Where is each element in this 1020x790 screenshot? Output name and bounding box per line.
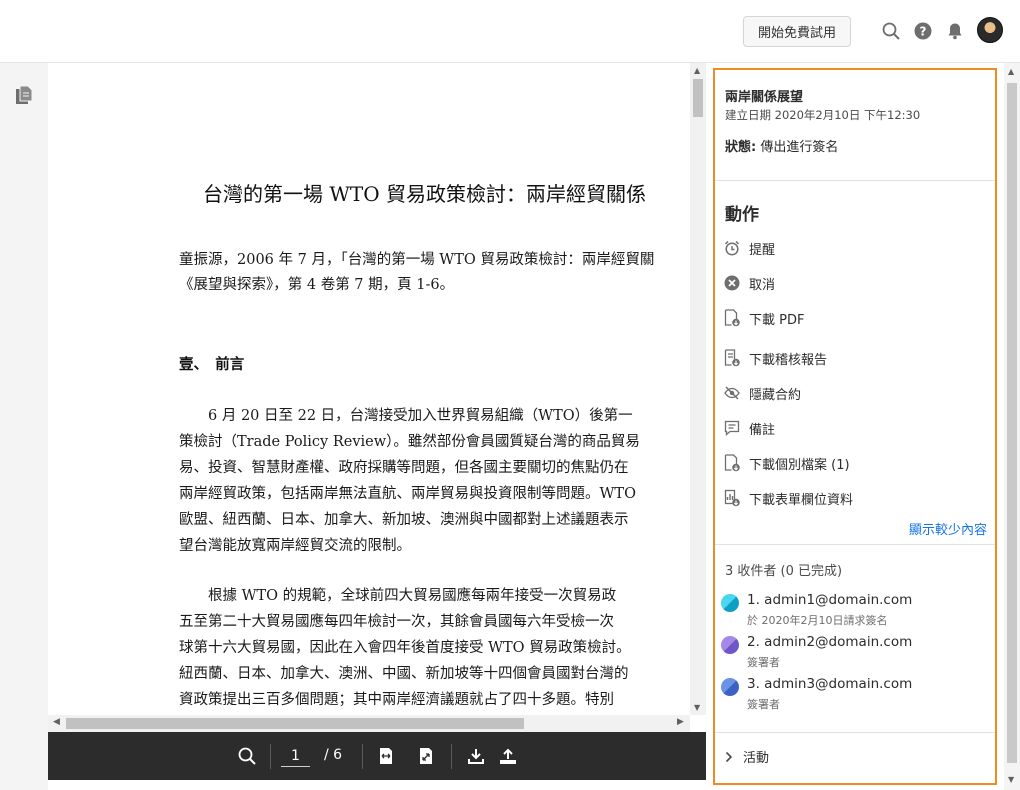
recipient-email: 1. admin1@domain.com xyxy=(747,592,913,608)
scroll-right-arrow-icon[interactable]: ▶ xyxy=(677,717,684,727)
page-total: / 6 xyxy=(324,747,343,763)
cancel-icon xyxy=(723,274,741,292)
document-text-line: 球第十六大貿易國，因此在入會四年後首度接受 WTO 貿易政策檢討。 xyxy=(179,640,631,656)
download-icon[interactable] xyxy=(466,746,486,766)
download-pdf-icon xyxy=(723,309,741,327)
document-vertical-scrollbar[interactable]: ▲ ▼ xyxy=(690,63,706,715)
document-text-line: 策檢討（Trade Policy Review）。雖然部份會員國質疑台灣的商品貿… xyxy=(179,434,640,450)
recipient-status-text: 簽署者 xyxy=(747,698,780,711)
scroll-down-arrow-icon[interactable]: ▼ xyxy=(694,703,700,712)
activity-label: 活動 xyxy=(743,751,770,766)
help-icon[interactable]: ? xyxy=(912,20,934,42)
action-download-form-data[interactable]: 下載表單欄位資料 xyxy=(723,487,853,509)
search-icon[interactable] xyxy=(880,20,902,42)
fit-page-icon[interactable] xyxy=(417,746,435,766)
recipient-status-text: 簽署者 xyxy=(747,656,780,669)
share-icon[interactable] xyxy=(498,746,518,766)
document-text-line: 根據 WTO 的規範，全球前四大貿易國應每兩年接受一次貿易政 xyxy=(179,588,617,604)
left-rail xyxy=(0,63,48,790)
download-files-icon xyxy=(723,454,741,472)
action-label: 下載個別檔案 (1) xyxy=(749,457,850,473)
document-text-line: 兩岸經貿政策，包括兩岸無法直航、兩岸貿易與投資限制等問題。WTO xyxy=(179,486,636,502)
action-label: 取消 xyxy=(749,277,776,293)
scroll-left-arrow-icon[interactable]: ◀ xyxy=(53,717,60,727)
document-text-line: 歐盟、紐西蘭、日本、加拿大、新加坡、澳洲與中國都對上述議題表示 xyxy=(179,512,629,528)
toolbar-divider xyxy=(270,744,271,769)
panel-scrollbar[interactable]: ▲ ▼ xyxy=(1004,63,1020,790)
document-text-line: 《展望與探索》，第 4 卷第 7 期，頁 1-6。 xyxy=(179,277,455,293)
document-text-line: 五至第二十大貿易國應每四年檢討一次，其餘會員國每六年受檢一次 xyxy=(179,614,614,630)
agreement-details-panel: 兩岸關係展望 建立日期 2020年2月10日 下午12:30 狀態: 傳出進行簽… xyxy=(713,68,997,785)
documents-icon[interactable] xyxy=(15,85,33,109)
document-toolbar: 1 / 6 xyxy=(48,732,706,780)
recipient-status-icon xyxy=(721,594,739,612)
recipient-email: 3. admin3@domain.com xyxy=(747,676,913,692)
status-value: 傳出進行簽名 xyxy=(756,140,839,155)
action-label: 隱藏合約 xyxy=(749,387,802,403)
fit-width-icon[interactable] xyxy=(377,746,395,766)
action-label: 備註 xyxy=(749,422,776,438)
document-horizontal-scrollbar[interactable]: ◀ ▶ xyxy=(48,715,690,732)
document-title: 台灣的第一場 WTO 貿易政策檢討：兩岸經貿關係 xyxy=(203,182,647,206)
recipients-heading: 3 收件者 (0 已完成) xyxy=(725,564,843,579)
document-text-line: 6 月 20 日至 22 日，台灣接受加入世界貿易組織（WTO）後第一 xyxy=(179,408,633,424)
avatar[interactable] xyxy=(977,17,1003,43)
recipient-email: 2. admin2@domain.com xyxy=(747,634,913,650)
action-label: 下載表單欄位資料 xyxy=(749,492,854,508)
form-data-icon xyxy=(723,489,741,507)
action-remind[interactable]: 提醒 xyxy=(723,237,775,259)
agreement-status: 狀態: 傳出進行簽名 xyxy=(725,136,838,155)
activity-toggle[interactable]: 活動 xyxy=(725,747,769,766)
actions-heading: 動作 xyxy=(725,205,759,225)
recipient-status-text: 於 2020年2月10日請求簽名 xyxy=(747,614,888,627)
document-text-line: 望台灣能放寬兩岸經貿交流的限制。 xyxy=(179,538,411,554)
action-download-audit-report[interactable]: 下載稽核報告 xyxy=(723,347,827,369)
chevron-right-icon xyxy=(725,751,733,763)
toolbar-divider xyxy=(451,744,452,769)
scrollbar-thumb[interactable] xyxy=(66,718,524,729)
action-note[interactable]: 備註 xyxy=(723,417,775,439)
document-viewer[interactable]: 台灣的第一場 WTO 貿易政策檢討：兩岸經貿關係 童振源，2006 年 7 月，… xyxy=(48,63,706,732)
scroll-down-arrow-icon[interactable]: ▼ xyxy=(1008,775,1014,784)
document-text-line: 紐西蘭、日本、加拿大、澳洲、中國、新加坡等十四個會員國對台灣的 xyxy=(179,666,629,682)
status-label: 狀態: xyxy=(725,140,757,155)
action-download-pdf[interactable]: 下載 PDF xyxy=(723,307,804,329)
section-divider xyxy=(715,180,995,181)
top-bar: 開始免費試用 ? xyxy=(0,0,1020,63)
search-icon[interactable] xyxy=(237,746,257,766)
action-download-individual-files[interactable]: 下載個別檔案 (1) xyxy=(723,452,850,474)
action-label: 下載稽核報告 xyxy=(749,352,828,368)
section-divider xyxy=(715,544,995,545)
recipient-status-icon xyxy=(721,678,739,696)
hide-icon xyxy=(723,384,741,402)
action-hide-agreement[interactable]: 隱藏合約 xyxy=(723,382,801,404)
page-number-input[interactable]: 1 xyxy=(281,746,310,767)
action-label: 下載 PDF xyxy=(749,312,805,328)
action-label: 提醒 xyxy=(749,242,776,258)
show-less-link[interactable]: 顯示較少內容 xyxy=(909,519,987,538)
bell-icon[interactable] xyxy=(944,20,966,42)
toolbar-divider xyxy=(362,744,363,769)
note-icon xyxy=(723,419,741,437)
agreement-created-date: 建立日期 2020年2月10日 下午12:30 xyxy=(725,108,921,122)
document-text-line: 易、投資、智慧財產權、政府採購等問題，但各國主要關切的焦點仍在 xyxy=(179,460,629,476)
document-section-heading: 壹、 前言 xyxy=(179,356,245,373)
document-text-line: 童振源，2006 年 7 月，「台灣的第一場 WTO 貿易政策檢討：兩岸經貿關 xyxy=(179,252,655,268)
svg-text:?: ? xyxy=(920,25,927,39)
scrollbar-thumb[interactable] xyxy=(1007,83,1017,763)
scroll-up-arrow-icon[interactable]: ▲ xyxy=(1008,67,1014,76)
scrollbar-thumb[interactable] xyxy=(693,79,703,117)
section-divider xyxy=(715,732,995,733)
document-text-line: 資政策提出三百多個問題；其中兩岸經濟議題就占了四十多題。特別 xyxy=(179,692,614,708)
alarm-clock-icon xyxy=(723,239,741,257)
start-free-trial-button[interactable]: 開始免費試用 xyxy=(743,16,851,47)
action-cancel[interactable]: 取消 xyxy=(723,272,775,294)
scroll-up-arrow-icon[interactable]: ▲ xyxy=(694,66,700,75)
agreement-title: 兩岸關係展望 xyxy=(725,90,804,105)
audit-report-icon xyxy=(723,349,741,367)
recipient-status-icon xyxy=(721,636,739,654)
